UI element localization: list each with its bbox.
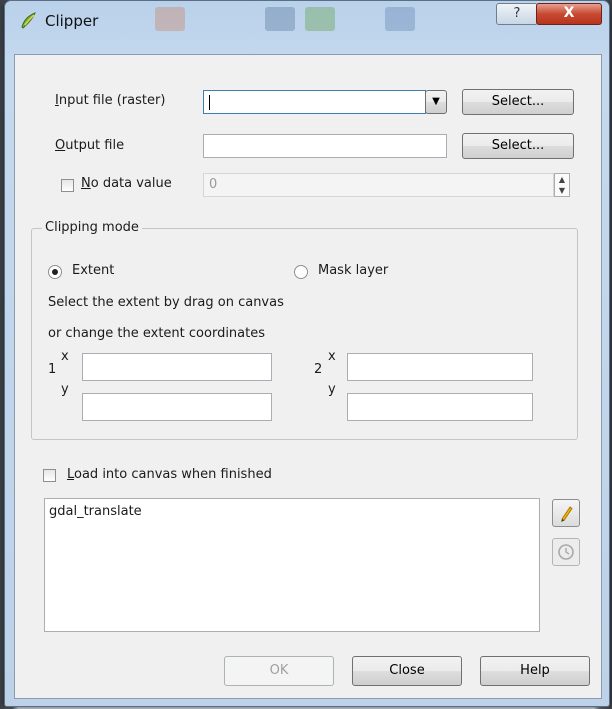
mask-layer-radio-label: Mask layer [318, 263, 389, 278]
clipping-mode-group: Clipping mode Extent Mask layer Select t… [31, 220, 578, 440]
reset-icon [558, 544, 574, 560]
help-title-button[interactable]: ? [496, 3, 538, 25]
y2-field[interactable] [347, 393, 533, 421]
x1-field[interactable] [82, 353, 272, 381]
mask-layer-radio[interactable] [294, 265, 308, 279]
input-dropdown-button[interactable]: ▼ [425, 90, 447, 114]
output-file-field[interactable] [203, 134, 447, 158]
extent-hint-1: Select the extent by drag on canvas [48, 295, 284, 310]
input-file-combo[interactable] [203, 90, 426, 114]
close-window-button[interactable]: X [536, 3, 602, 25]
clipper-dialog: Clipper ? X Input file (raster) ▼ Select… [4, 0, 610, 707]
x2-label: x [328, 349, 336, 364]
dialog-body: Input file (raster) ▼ Select... Output f… [14, 54, 602, 699]
point2-label: 2 [314, 362, 323, 377]
help-button[interactable]: Help [480, 656, 590, 686]
output-file-label: Output file [55, 138, 125, 153]
pencil-icon [561, 506, 573, 522]
load-canvas-checkbox[interactable] [43, 469, 56, 482]
extent-hint-2: or change the extent coordinates [48, 326, 266, 341]
y1-field[interactable] [82, 393, 272, 421]
window-title: Clipper [45, 12, 99, 30]
title-bar[interactable]: Clipper ? X [5, 1, 609, 39]
titlebar-decoration [305, 7, 335, 31]
y2-label: y [328, 382, 336, 397]
spin-down-icon[interactable]: ▼ [555, 185, 569, 196]
extent-radio-label: Extent [72, 263, 115, 278]
radio-selected-dot [52, 269, 58, 275]
nodata-label: No data value [81, 176, 172, 191]
titlebar-decoration [385, 7, 415, 31]
load-canvas-label: Load into canvas when finished [67, 467, 272, 482]
text-caret [209, 95, 210, 110]
extent-radio[interactable] [48, 265, 62, 279]
qgis-clipper-icon [21, 12, 36, 29]
edit-command-button[interactable] [552, 499, 580, 527]
x2-field[interactable] [347, 353, 533, 381]
clipping-mode-title: Clipping mode [42, 220, 142, 235]
nodata-spin-buttons[interactable]: ▲ ▼ [554, 173, 570, 197]
x1-label: x [61, 349, 69, 364]
nodata-spinbox[interactable]: 0 [203, 173, 554, 197]
input-select-button[interactable]: Select... [462, 89, 574, 115]
ok-button[interactable]: OK [224, 656, 334, 686]
close-button[interactable]: Close [352, 656, 462, 686]
chevron-down-icon: ▼ [432, 96, 440, 107]
nodata-checkbox[interactable] [61, 179, 74, 192]
reset-command-button[interactable] [552, 538, 580, 566]
titlebar-decoration [265, 7, 295, 31]
spin-up-icon[interactable]: ▲ [555, 174, 569, 185]
input-file-label: Input file (raster) [55, 93, 166, 108]
titlebar-decoration [155, 7, 185, 31]
output-select-button[interactable]: Select... [462, 133, 574, 159]
point1-label: 1 [48, 362, 57, 377]
y1-label: y [61, 382, 69, 397]
command-text-area[interactable]: gdal_translate [44, 498, 540, 632]
